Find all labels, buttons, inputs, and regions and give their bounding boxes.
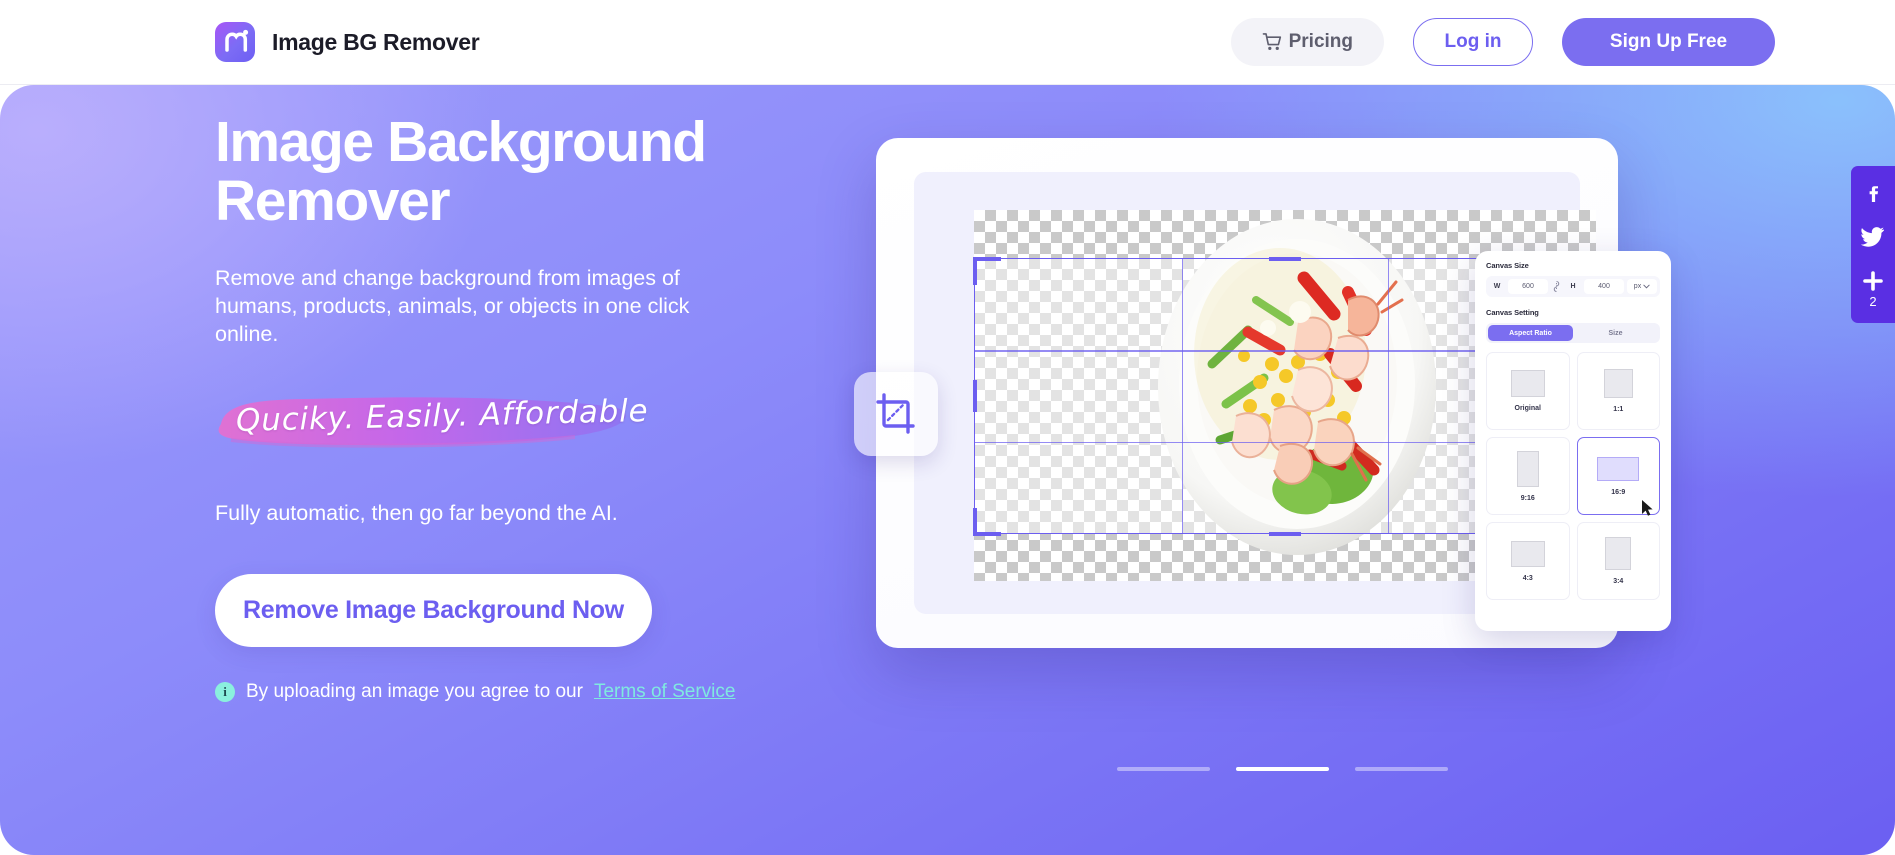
carousel-indicator-1[interactable] <box>1117 767 1210 771</box>
carousel-indicator-3[interactable] <box>1355 767 1448 771</box>
ratio-thumb <box>1516 450 1539 487</box>
ratio-label: 16:9 <box>1611 488 1626 496</box>
width-input[interactable]: 600 <box>1508 279 1548 294</box>
plus-icon <box>1862 270 1884 292</box>
canvas-settings-panel: Canvas Size W 600 H 400 px Canvas Settin… <box>1475 251 1671 631</box>
tab-size[interactable]: Size <box>1573 325 1658 341</box>
canvas-size-row: W 600 H 400 px <box>1486 276 1660 297</box>
ratio-thumb <box>1510 540 1545 567</box>
brand-logo-group[interactable]: Image BG Remover <box>215 22 480 62</box>
twitter-icon[interactable] <box>1861 226 1885 248</box>
hero-note: Fully automatic, then go far beyond the … <box>215 501 618 525</box>
brand-name: Image BG Remover <box>272 28 480 55</box>
facebook-icon[interactable] <box>1862 182 1884 204</box>
hero-copy-column: Image Background Remover Remove and chan… <box>215 110 855 703</box>
chevron-down-icon <box>1643 284 1650 289</box>
hero-section: Image Background Remover Remove and chan… <box>0 85 1895 855</box>
canvas-setting-label: Canvas Setting <box>1486 308 1539 317</box>
page-title: Image Background Remover <box>215 110 855 234</box>
aspect-ratio-option-9-16[interactable]: 9:16 <box>1486 437 1570 515</box>
crop-tool-button[interactable] <box>854 372 938 456</box>
link-chain-icon[interactable] <box>1551 280 1562 293</box>
ratio-thumb <box>1510 370 1545 397</box>
aspect-ratio-option-3-4[interactable]: 3:4 <box>1576 522 1660 600</box>
unit-select[interactable]: px <box>1627 279 1657 294</box>
aspect-ratio-grid: Original 1:1 9:16 16:9 4:3 3:4 <box>1486 352 1660 600</box>
share-count: 2 <box>1869 294 1877 309</box>
ratio-thumb <box>1603 369 1633 398</box>
info-icon: i <box>215 682 235 702</box>
canvas-setting-tabs: Aspect Ratio Size <box>1486 323 1660 343</box>
m-logo-icon <box>215 22 255 62</box>
terms-of-service-link[interactable]: Terms of Service <box>594 681 735 703</box>
tab-aspect-ratio[interactable]: Aspect Ratio <box>1488 325 1573 341</box>
terms-row: i By uploading an image you agree to our… <box>215 681 855 703</box>
hero-title-line-1: Image Background <box>215 110 707 174</box>
site-header: Image BG Remover Pricing Log in Sign Up … <box>0 0 1895 85</box>
unit-value: px <box>1633 283 1642 290</box>
shopping-cart-icon <box>1262 32 1283 52</box>
terms-text: By uploading an image you agree to our <box>246 681 583 702</box>
ratio-label: 9:16 <box>1520 494 1535 502</box>
height-key-label: H <box>1570 283 1576 290</box>
aspect-ratio-option-4-3[interactable]: 4:3 <box>1486 522 1570 600</box>
canvas-size-label: Canvas Size <box>1486 261 1529 270</box>
ratio-thumb <box>1605 537 1632 570</box>
ratio-label: 3:4 <box>1613 578 1624 585</box>
ratio-label: 1:1 <box>1613 406 1624 413</box>
pricing-button[interactable]: Pricing <box>1230 18 1384 66</box>
login-button[interactable]: Log in <box>1413 18 1533 66</box>
ratio-label: 4:3 <box>1522 574 1533 582</box>
remove-background-cta-button[interactable]: Remove Image Background Now <box>215 574 652 647</box>
header-actions: Pricing Log in Sign Up Free <box>1230 18 1775 66</box>
tagline-badge: Quciky. Easily. Affordable <box>215 390 649 454</box>
hero-title-line-2: Remover <box>215 169 451 234</box>
carousel-indicator-2[interactable] <box>1236 767 1329 771</box>
aspect-ratio-option-1-1[interactable]: 1:1 <box>1576 352 1660 430</box>
carousel-indicators <box>1117 767 1448 771</box>
signup-button[interactable]: Sign Up Free <box>1562 18 1775 66</box>
pricing-label: Pricing <box>1288 31 1353 52</box>
aspect-ratio-option-original[interactable]: Original <box>1486 352 1570 430</box>
hero-subtitle: Remove and change background from images… <box>215 265 690 346</box>
height-input[interactable]: 400 <box>1584 279 1624 294</box>
ratio-thumb <box>1597 456 1640 481</box>
social-share-rail: 2 <box>1851 166 1895 323</box>
share-more-button[interactable]: 2 <box>1862 270 1884 309</box>
width-key-label: W <box>1493 283 1501 290</box>
mouse-cursor-icon <box>1641 499 1654 522</box>
crop-tool-icon <box>873 391 919 437</box>
ratio-label: Original <box>1514 405 1541 412</box>
food-photo <box>1158 219 1436 555</box>
